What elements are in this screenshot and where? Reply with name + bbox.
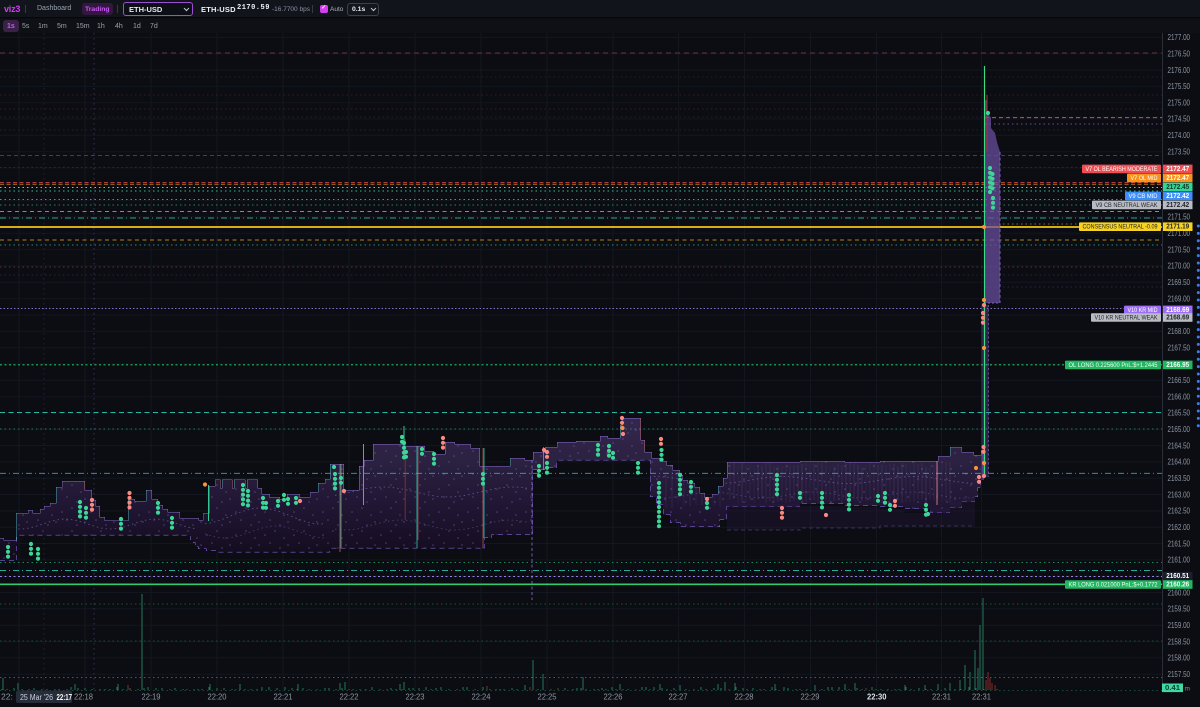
svg-text:2160.00: 2160.00 (1168, 588, 1191, 597)
svg-text:2166.50: 2166.50 (1168, 376, 1191, 385)
svg-text:V10 KR NEUTRAL WEAK: V10 KR NEUTRAL WEAK (1095, 315, 1159, 322)
svg-text:2162.00: 2162.00 (1168, 523, 1191, 532)
svg-text:2163.00: 2163.00 (1168, 490, 1191, 499)
svg-text:25 Mar '26: 25 Mar '26 (20, 693, 53, 702)
svg-text:2158.50: 2158.50 (1168, 637, 1191, 646)
svg-text:22:24: 22:24 (472, 692, 491, 702)
svg-text:2176.50: 2176.50 (1168, 49, 1191, 58)
svg-text:2168.69: 2168.69 (1166, 307, 1189, 314)
svg-text:OL LONG 0.225600 PnL:$+1.2445: OL LONG 0.225600 PnL:$+1.2445 (1069, 362, 1158, 369)
svg-text:2175.00: 2175.00 (1168, 98, 1191, 107)
svg-text:2164.00: 2164.00 (1168, 458, 1191, 467)
svg-text:2170.00: 2170.00 (1168, 262, 1191, 271)
svg-text:22:31: 22:31 (972, 692, 991, 702)
svg-text:2162.50: 2162.50 (1168, 507, 1191, 516)
svg-text:V9 CB MID: V9 CB MID (1129, 193, 1158, 200)
svg-text:2169.00: 2169.00 (1168, 294, 1191, 303)
svg-text:2167.50: 2167.50 (1168, 343, 1191, 352)
svg-text:2177.00: 2177.00 (1168, 33, 1191, 42)
svg-text:2172.42: 2172.42 (1166, 193, 1189, 200)
svg-text:2171.50: 2171.50 (1168, 213, 1191, 222)
svg-text:2159.50: 2159.50 (1168, 605, 1191, 614)
svg-text:2163.50: 2163.50 (1168, 474, 1191, 483)
svg-text:22:20: 22:20 (208, 692, 227, 702)
svg-text:2165.50: 2165.50 (1168, 409, 1191, 418)
svg-text:V7 OL BEARISH MODERATE: V7 OL BEARISH MODERATE (1086, 166, 1159, 173)
svg-text:22:27: 22:27 (669, 692, 688, 702)
svg-text:2157.50: 2157.50 (1168, 670, 1191, 679)
svg-text:22:30: 22:30 (867, 692, 887, 702)
svg-text:2160.26: 2160.26 (1166, 582, 1189, 589)
svg-text:2168.69: 2168.69 (1166, 315, 1189, 322)
svg-text:2174.00: 2174.00 (1168, 131, 1191, 140)
svg-text:22:25: 22:25 (538, 692, 557, 702)
svg-text:2165.00: 2165.00 (1168, 425, 1191, 434)
svg-text:22:18: 22:18 (74, 692, 93, 702)
svg-text:22:19: 22:19 (142, 692, 161, 702)
svg-text:2172.47: 2172.47 (1166, 175, 1189, 182)
svg-text:2172.47: 2172.47 (1166, 166, 1189, 173)
svg-text:2173.50: 2173.50 (1168, 147, 1191, 156)
svg-text:2158.00: 2158.00 (1168, 654, 1191, 663)
svg-text:KR LONG 0.021000 PnL:$+0.1772: KR LONG 0.021000 PnL:$+0.1772 (1069, 582, 1158, 589)
svg-text:2168.00: 2168.00 (1168, 327, 1191, 336)
svg-text:22:31: 22:31 (932, 692, 951, 702)
svg-text:m: m (1185, 686, 1190, 693)
svg-text:22:26: 22:26 (604, 692, 623, 702)
svg-text:2176.00: 2176.00 (1168, 66, 1191, 75)
svg-text:2169.50: 2169.50 (1168, 278, 1191, 287)
svg-text:2170.50: 2170.50 (1168, 245, 1191, 254)
svg-text:2171.19: 2171.19 (1166, 224, 1189, 231)
svg-text:2174.50: 2174.50 (1168, 115, 1191, 124)
svg-text:22:28: 22:28 (735, 692, 754, 702)
svg-text:2175.50: 2175.50 (1168, 82, 1191, 91)
svg-text:V7 OL MID: V7 OL MID (1131, 175, 1158, 182)
svg-text:2172.42: 2172.42 (1166, 202, 1189, 209)
svg-text:V10 KR MID: V10 KR MID (1128, 307, 1158, 314)
svg-text:CONSENSUS NEUTRAL -0.09: CONSENSUS NEUTRAL -0.09 (1083, 224, 1158, 231)
svg-text:2161.00: 2161.00 (1168, 556, 1191, 565)
svg-text:V9 CB NEUTRAL WEAK: V9 CB NEUTRAL WEAK (1096, 202, 1159, 209)
svg-text:2172.45: 2172.45 (1166, 184, 1189, 191)
svg-text:0.41: 0.41 (1165, 685, 1180, 692)
svg-text:2166.00: 2166.00 (1168, 392, 1191, 401)
svg-text:22:22: 22:22 (340, 692, 359, 702)
svg-text:2166.95: 2166.95 (1166, 362, 1189, 369)
svg-text:2160.51: 2160.51 (1166, 573, 1189, 580)
svg-text:2161.50: 2161.50 (1168, 539, 1191, 548)
svg-text:22:21: 22:21 (274, 692, 293, 702)
svg-text:22:29: 22:29 (801, 692, 820, 702)
svg-text:2159.00: 2159.00 (1168, 621, 1191, 630)
svg-text:2164.50: 2164.50 (1168, 441, 1191, 450)
svg-text:22:23: 22:23 (406, 692, 425, 702)
svg-text:22:17: 22:17 (57, 693, 73, 702)
svg-text:22:: 22: (1, 692, 13, 702)
